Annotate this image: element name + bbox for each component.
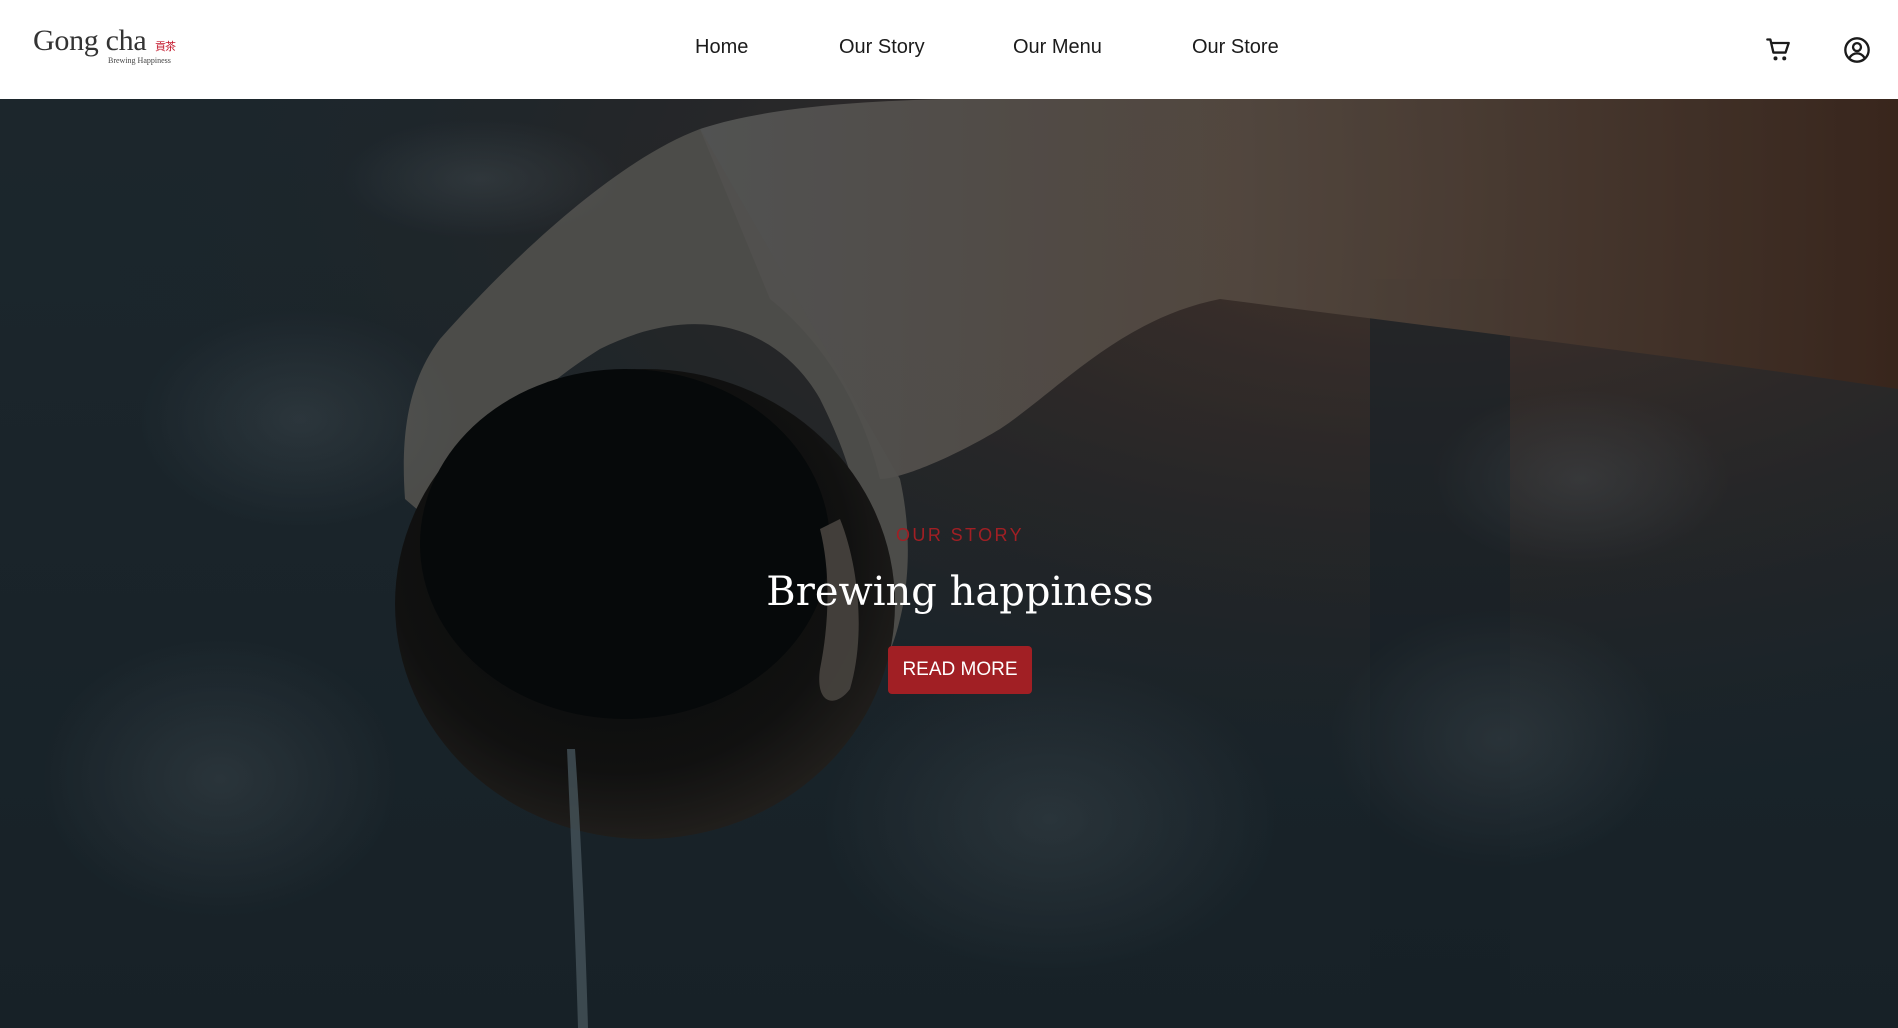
nav-link-our-store[interactable]: Our Store bbox=[1192, 36, 1279, 59]
brand-cjk-mark: 貢茶 bbox=[155, 40, 176, 53]
brand-name: Gong cha bbox=[33, 24, 147, 57]
nav-link-our-menu[interactable]: Our Menu bbox=[1013, 36, 1102, 59]
hero-content: OUR STORY Brewing happiness READ MORE bbox=[0, 99, 1898, 1028]
brand-tagline: Brewing Happiness bbox=[108, 56, 171, 65]
read-more-button[interactable]: READ MORE bbox=[888, 646, 1032, 694]
hero-title: Brewing happiness bbox=[766, 569, 1154, 615]
account-icon[interactable] bbox=[1843, 36, 1871, 64]
nav-link-home[interactable]: Home bbox=[695, 36, 748, 59]
brand-logo[interactable]: Gong cha 貢茶 Brewing Happiness bbox=[33, 24, 183, 69]
nav-link-our-story[interactable]: Our Story bbox=[839, 36, 925, 59]
site-header: Gong cha 貢茶 Brewing Happiness Home Our S… bbox=[0, 0, 1898, 99]
hero-eyebrow: OUR STORY bbox=[896, 525, 1024, 545]
hero-banner: OUR STORY Brewing happiness READ MORE bbox=[0, 99, 1898, 1028]
cart-icon[interactable] bbox=[1765, 36, 1793, 64]
